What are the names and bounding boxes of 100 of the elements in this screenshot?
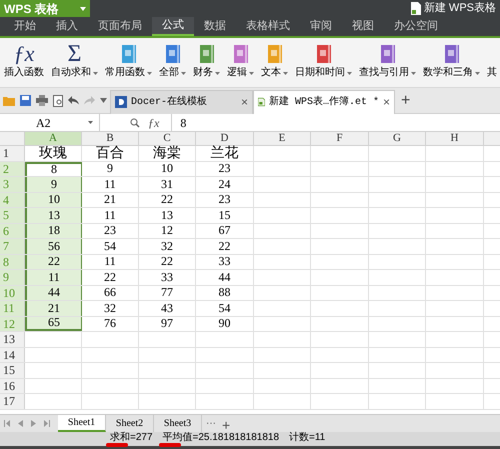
print-preview-icon[interactable]: [53, 94, 63, 106]
status-text: 求和=277: [110, 432, 153, 443]
document-tab[interactable]: Docer-在线模板 ×: [110, 90, 253, 114]
window-title: 新建 WPS表格: [424, 0, 496, 16]
table-cell: 18: [48, 223, 60, 238]
row-header[interactable]: 1: [0, 146, 25, 160]
row-header[interactable]: 13: [0, 332, 25, 346]
ribbon-button[interactable]: 日期和时间: [295, 42, 352, 80]
menu-tab[interactable]: 表格样式: [236, 17, 300, 36]
menu-tab[interactable]: 公式: [152, 17, 194, 36]
table-cell: 23: [218, 161, 230, 176]
table-cell: 百合: [96, 146, 124, 161]
column-header[interactable]: G: [369, 132, 426, 145]
docer-icon: [115, 96, 127, 108]
table-cell: 22: [218, 238, 230, 254]
column-header[interactable]: A: [25, 132, 82, 145]
table-cell: 43: [161, 300, 173, 316]
save-icon[interactable]: [20, 95, 31, 106]
table-cell: 10: [161, 161, 173, 176]
ribbon-button[interactable]: ƒx 插入函数: [4, 42, 44, 80]
function-icon: ƒx: [14, 42, 34, 66]
table-cell: 65: [48, 315, 60, 330]
column-header[interactable]: D: [196, 132, 254, 145]
menu-tab[interactable]: 办公空间: [384, 17, 448, 36]
column-header[interactable]: H: [426, 132, 484, 145]
column-header[interactable]: C: [139, 132, 196, 145]
ribbon-button[interactable]: 其: [487, 42, 497, 80]
printer-icon[interactable]: [36, 95, 48, 106]
table-cell: 44: [218, 270, 230, 285]
table-cell: 97: [161, 316, 173, 332]
table-cell: 23: [218, 192, 230, 208]
sheet-tab[interactable]: Sheet1: [58, 415, 106, 432]
sum-icon: Σ: [68, 42, 82, 66]
table-cell: 11: [104, 254, 116, 270]
zoom-icon[interactable]: [130, 118, 140, 128]
table-cell: 13: [161, 208, 173, 223]
formula-field[interactable]: 8: [171, 114, 500, 131]
table-cell: 9: [107, 161, 113, 176]
ribbon-button[interactable]: Σ 自动求和: [51, 42, 98, 80]
table-cell: 15: [218, 208, 230, 223]
menu-tab[interactable]: 数据: [194, 17, 236, 36]
table-cell: 24: [218, 176, 230, 192]
table-cell: 90: [218, 316, 230, 332]
caret-icon: [475, 72, 480, 74]
spreadsheet-icon: [258, 96, 265, 108]
table-cell: 77: [161, 285, 173, 300]
tab-title: 新建 WPS表…作簿.et *: [268, 94, 379, 110]
ribbon-button[interactable]: 常用函数: [105, 42, 152, 80]
menu-tab[interactable]: 开始: [4, 17, 46, 36]
row-header[interactable]: 15: [0, 363, 25, 378]
ribbon-button[interactable]: 文本: [261, 42, 288, 80]
table-cell: 21: [48, 300, 60, 316]
ribbon-button[interactable]: 逻辑: [227, 42, 254, 80]
row-header[interactable]: 16: [0, 378, 25, 393]
table-cell: 32: [161, 238, 173, 254]
name-box[interactable]: A2: [0, 114, 100, 131]
column-header[interactable]: E: [254, 132, 311, 145]
add-sheet-button[interactable]: +: [222, 415, 230, 432]
table-cell: 11: [104, 176, 116, 192]
caret-icon: [88, 121, 93, 124]
caret-icon: [411, 72, 416, 74]
table-cell: 33: [161, 270, 173, 285]
table-cell: 9: [51, 176, 57, 192]
ribbon-button[interactable]: 全部: [159, 42, 186, 80]
table-cell: 54: [218, 300, 230, 316]
ribbon-button[interactable]: 查找与引用: [359, 42, 416, 80]
close-tab-button[interactable]: ×: [382, 93, 390, 111]
table-cell: 32: [104, 300, 116, 316]
table-cell: 33: [218, 254, 230, 270]
table-cell: 兰花: [210, 146, 238, 161]
table-cell: 54: [104, 238, 116, 254]
table-cell: 31: [161, 176, 173, 192]
row-header[interactable]: 14: [0, 348, 25, 362]
table-cell: 44: [48, 285, 60, 300]
table-cell: 11: [48, 270, 60, 285]
table-cell: 56: [48, 238, 60, 254]
table-cell: 22: [161, 254, 173, 270]
close-tab-button[interactable]: ×: [240, 93, 248, 111]
table-cell: 11: [104, 208, 116, 223]
new-tab-button[interactable]: +: [401, 88, 410, 112]
column-header[interactable]: F: [311, 132, 369, 145]
table-cell: 玫瑰: [39, 146, 67, 161]
table-cell: 海棠: [153, 146, 181, 161]
menu-tab[interactable]: 页面布局: [88, 17, 152, 36]
ribbon-button[interactable]: 财务: [193, 42, 220, 80]
ribbon-button[interactable]: 数学和三角: [423, 42, 480, 80]
menu-tab[interactable]: 插入: [46, 17, 88, 36]
more-sheets-button[interactable]: ···: [206, 415, 216, 432]
function-icon[interactable]: ƒx: [148, 114, 160, 132]
caret-icon: [283, 72, 288, 74]
menu-tab[interactable]: 审阅: [300, 17, 342, 36]
table-cell: 13: [48, 208, 60, 223]
undo-icon[interactable]: [68, 96, 79, 105]
table-cell: 23: [104, 223, 116, 238]
row-header[interactable]: 17: [0, 394, 25, 408]
dropdown-icon[interactable]: [100, 98, 107, 103]
table-cell: 8: [51, 162, 57, 178]
column-header[interactable]: B: [82, 132, 139, 145]
document-tab[interactable]: 新建 WPS表…作簿.et * ×: [253, 90, 395, 114]
menu-tab[interactable]: 视图: [342, 17, 384, 36]
